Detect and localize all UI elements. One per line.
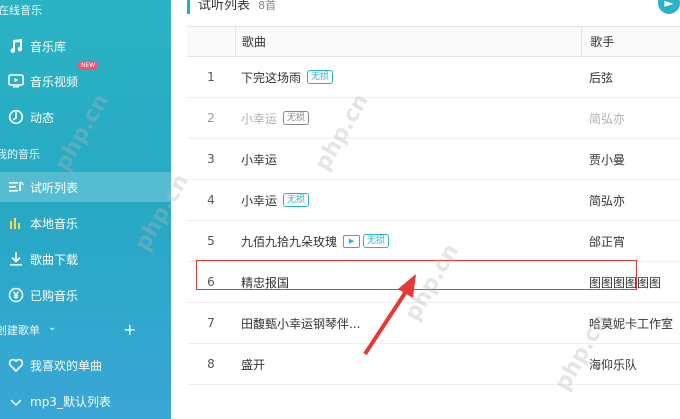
row-number: 2 — [207, 111, 215, 125]
section-created-playlists: 创建歌单 — [0, 324, 40, 337]
music-note-icon — [3, 35, 29, 57]
table-row[interactable]: 8 盛开 海仰乐队 — [187, 344, 680, 385]
artist-name[interactable]: 简弘亦 — [581, 180, 680, 220]
row-number: 3 — [207, 152, 215, 166]
artist-name[interactable]: 后弦 — [581, 57, 680, 97]
header-number — [187, 27, 236, 56]
header-artist[interactable]: 歌手 — [581, 27, 680, 56]
lossless-badge: 无损 — [307, 70, 334, 84]
sidebar-item-favorites[interactable]: 我喜欢的单曲 — [0, 350, 171, 380]
section-online-music: 在线音乐 — [0, 4, 42, 17]
sidebar-item-purchased[interactable]: 已购音乐 — [0, 280, 171, 310]
lossless-badge: 无损 — [283, 193, 310, 207]
table-row[interactable]: 3 小幸运 贾小曼 — [187, 139, 680, 180]
song-name[interactable]: 小幸运 — [241, 110, 277, 127]
sidebar-item-music-video[interactable]: 音乐视频 NEW — [0, 61, 171, 96]
sidebar-item-download[interactable]: 歌曲下载 — [0, 244, 171, 274]
song-name[interactable]: 小幸运 — [241, 192, 277, 209]
sidebar-item-label: 我喜欢的单曲 — [30, 358, 103, 373]
section-my-music: 我的音乐 — [0, 148, 40, 161]
artist-name[interactable]: 简弘亦 — [581, 98, 680, 138]
artist-name[interactable]: 哈莫妮卡工作室 — [581, 303, 680, 343]
song-name[interactable]: 盛开 — [241, 356, 265, 373]
add-playlist-button[interactable]: + — [123, 320, 136, 339]
sidebar-item-label: 本地音乐 — [30, 216, 79, 231]
sidebar-item-label: 试听列表 — [30, 180, 79, 195]
table-row[interactable]: 1 下完这场雨 无损 后弦 — [187, 57, 680, 98]
list-icon — [3, 390, 29, 412]
sidebar-item-label: 动态 — [30, 110, 55, 125]
row-number: 5 — [207, 234, 215, 248]
page-title-text: 试听列表 — [198, 0, 251, 13]
artist-name[interactable]: 海仰乐队 — [581, 344, 680, 384]
sidebar-item-label: 歌曲下载 — [30, 252, 79, 267]
play-all-button[interactable]: ► — [658, 0, 680, 14]
song-name[interactable]: 下完这场雨 — [241, 69, 301, 86]
sidebar-item-default-list[interactable]: mp3_默认列表 — [0, 386, 171, 416]
playlist-icon — [3, 176, 29, 198]
table-row[interactable]: 2 小幸运 无损 简弘亦 — [187, 98, 680, 139]
mv-icon[interactable]: ▶ — [343, 234, 361, 248]
chevron-down-icon[interactable]: ⌄ — [48, 322, 56, 333]
lossless-badge: 无损 — [363, 234, 390, 248]
row-number: 4 — [207, 193, 215, 207]
row-number: 7 — [207, 316, 215, 330]
sidebar-item-local-music[interactable]: 本地音乐 — [0, 208, 171, 238]
table-row[interactable]: 5 九佰九拾九朵玫瑰 ▶ 无损 邰正宵 — [187, 221, 680, 262]
song-count: 8首 — [258, 0, 277, 12]
row-number: 1 — [207, 70, 215, 84]
table-header: 歌曲 歌手 — [187, 26, 680, 57]
heart-icon — [3, 354, 29, 376]
download-icon — [3, 248, 29, 270]
yen-icon — [3, 284, 29, 306]
song-table: 歌曲 歌手 1 下完这场雨 无损 后弦 2 小幸运 无损 简弘亦 3 小幸运 贾小曼… — [187, 26, 680, 385]
sidebar-item-label: mp3_默认列表 — [30, 394, 111, 409]
page-title: 试听列表 8首 — [187, 0, 276, 14]
sidebar-item-music-library[interactable]: 音乐库 — [0, 31, 171, 61]
song-name[interactable]: 九佰九拾九朵玫瑰 — [241, 233, 337, 250]
row-number: 8 — [207, 357, 215, 371]
song-name[interactable]: 小幸运 — [241, 151, 277, 168]
header-song[interactable]: 歌曲 — [236, 27, 581, 56]
sidebar-item-dynamic[interactable]: 动态 — [0, 102, 171, 132]
dynamic-icon — [3, 106, 29, 128]
table-row[interactable]: 4 小幸运 无损 简弘亦 — [187, 180, 680, 221]
sidebar: 在线音乐 音乐库 音乐视频 NEW 动态 我的音乐 试听列表 本地音乐 歌曲下载… — [0, 0, 171, 419]
artist-name[interactable]: 贾小曼 — [581, 139, 680, 179]
song-name[interactable]: 田馥甄小幸运钢琴伴... — [241, 315, 360, 332]
video-icon — [3, 70, 29, 92]
new-badge: NEW — [78, 61, 99, 70]
lossless-badge: 无损 — [283, 111, 310, 125]
highlight-box — [196, 260, 637, 290]
bars-icon — [3, 212, 29, 234]
sidebar-item-trial-list[interactable]: 试听列表 — [0, 172, 171, 202]
sidebar-item-label: 音乐库 — [30, 39, 67, 54]
table-row[interactable]: 7 田馥甄小幸运钢琴伴... 哈莫妮卡工作室 — [187, 303, 680, 344]
main-panel: 试听列表 8首 ► 歌曲 歌手 1 下完这场雨 无损 后弦 2 小幸运 无损 简弘亦… — [171, 0, 680, 419]
sidebar-item-label: 已购音乐 — [30, 288, 79, 303]
sidebar-item-label: 音乐视频 — [30, 74, 79, 89]
artist-name[interactable]: 邰正宵 — [581, 221, 680, 261]
